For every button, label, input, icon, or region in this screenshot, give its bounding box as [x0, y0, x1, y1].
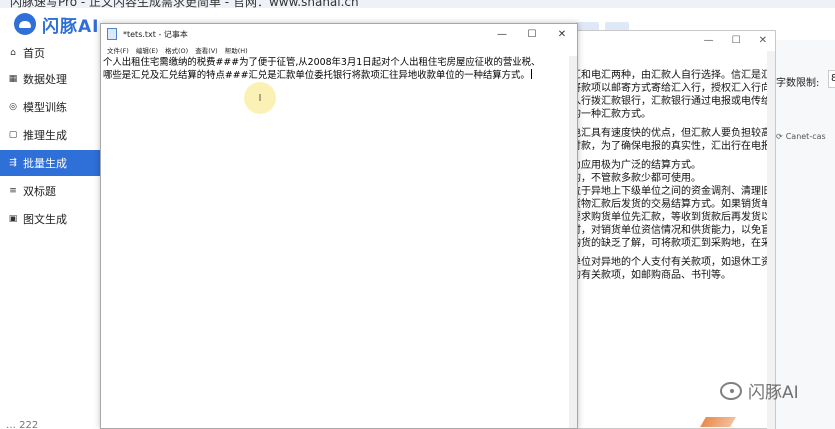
home-icon: ⌂ — [10, 48, 16, 58]
inference-icon: ▢ — [8, 130, 18, 140]
text-line: 单位对异地的个人支付有关款项，如退休工资 — [571, 257, 771, 268]
text-line: 位于异地上下级单位之间的资金调剂、清理旧欠 — [571, 186, 771, 197]
word-limit-label: 字数限制: — [776, 78, 820, 89]
text-line: 付款，为了确保电报的真实性，汇出行在电报上 — [571, 141, 771, 152]
text-line: 汇和电汇两种，由汇款人自行选择。信汇是汇款人 — [571, 70, 771, 81]
sidebar-item-label: 模型训练 — [23, 101, 67, 114]
text-caret — [530, 69, 532, 79]
double-title-icon: ≡ — [9, 186, 17, 196]
watermark-text: 闪豚AI — [748, 383, 799, 403]
notepad-line-with-caret: 哪些是汇兑及汇兑结算的特点###汇兑是汇款单位委托银行将款项汇往异地收款单位的一… — [103, 69, 567, 82]
sidebar-item-home[interactable]: ⌂ 首页 — [0, 40, 100, 66]
sidebar-item-inference[interactable]: ▢ 推理生成 — [0, 122, 100, 148]
dolphin-logo-icon — [14, 13, 36, 35]
background-window-text: 汇和电汇两种，由汇款人自行选择。信汇是汇款人 将款项以邮寄方式寄给汇入行，授权汇… — [571, 69, 771, 282]
settings-panel: 字数限制: 8 ⟳ Canet-cas — [776, 40, 835, 429]
app-title-strip: 闪豚速写Pro - 正文内容生成需求更简单 - 官网：www.shanai.cn — [0, 0, 835, 8]
model-icon: ◎ — [9, 102, 17, 112]
menu-help[interactable]: 帮助(H) — [225, 45, 248, 55]
text-line: 的一种汇款方式。 — [571, 109, 651, 120]
sidebar: ⌂ 首页 ▦ 数据处理 ◎ 模型训练 ▢ 推理生成 ⇶ 批量生成 ≡ 双标题 ▣… — [0, 40, 100, 429]
menu-view[interactable]: 查看(V) — [195, 45, 218, 55]
text-line: 要求购货单位先汇款，等收到货款后再发货以免收 — [571, 212, 771, 223]
notepad-line: 个人出租住宅需缴纳的税费###为了便于征管,从2008年3月1日起对个人出租住宅… — [103, 57, 541, 68]
text-line: 时，对销货单位资信情况和供货能力，以免盲目 — [571, 225, 771, 236]
text-line: 购货的缺乏了解，可将款项汇到采购地，在采购地 — [571, 238, 771, 249]
notepad-icon — [107, 28, 117, 40]
close-icon[interactable]: ✕ — [759, 35, 767, 46]
sidebar-item-label: 数据处理 — [23, 73, 67, 86]
notepad-menubar: 文件(F) 编辑(E) 格式(O) 查看(V) 帮助(H) — [101, 44, 577, 56]
image-text-icon: ▣ — [8, 214, 18, 224]
sidebar-item-label: 批量生成 — [23, 157, 67, 170]
background-window-controls: — ☐ ✕ — [704, 35, 767, 46]
refresh-icon[interactable]: ⟳ — [776, 132, 783, 141]
mouse-cursor-highlight: I — [244, 82, 276, 114]
minimize-button[interactable]: — — [487, 24, 517, 44]
minimize-icon[interactable]: — — [704, 35, 714, 46]
notepad-text-area[interactable]: 个人出租住宅需缴纳的税费###为了便于征管,从2008年3月1日起对个人出租住宅… — [101, 56, 569, 428]
sidebar-item-image-text[interactable]: ▣ 图文生成 — [0, 206, 100, 232]
close-button[interactable]: ✕ — [547, 24, 577, 44]
sidebar-item-label: 首页 — [23, 47, 45, 60]
window-controls: — ☐ ✕ — [487, 24, 577, 44]
text-line: 电汇具有速度快的优点，但汇款人要负担较高的 — [571, 128, 771, 139]
sidebar-item-batch-generation[interactable]: ⇶ 批量生成 — [0, 150, 100, 176]
text-line: 为应用极为广泛的结算方式。 — [571, 160, 701, 171]
batch-icon: ⇶ — [9, 158, 17, 168]
sidebar-item-model-training[interactable]: ◎ 模型训练 — [0, 94, 100, 120]
watermark: 闪豚AI — [720, 378, 799, 403]
brand-logo-icon — [700, 417, 736, 427]
notepad-titlebar[interactable]: *tets.txt - 记事本 — ☐ ✕ — [101, 24, 577, 44]
background-window-titlebar: — ☐ ✕ — [563, 31, 775, 51]
sidebar-item-label: 双标题 — [23, 185, 56, 198]
sidebar-item-data-processing[interactable]: ▦ 数据处理 — [0, 66, 100, 92]
app-title-text: 闪豚速写Pro - 正文内容生成需求更简单 - 官网：www.shanai.cn — [10, 0, 359, 8]
notepad-window: *tets.txt - 记事本 — ☐ ✕ 文件(F) 编辑(E) 格式(O) … — [100, 23, 578, 429]
sidebar-footer: … 222 — [6, 420, 39, 429]
model-selector[interactable]: ⟳ Canet-cas — [776, 132, 826, 141]
menu-format[interactable]: 格式(O) — [165, 45, 188, 55]
notepad-line: 哪些是汇兑及汇兑结算的特点###汇兑是汇款单位委托银行将款项汇往异地收款单位的一… — [103, 70, 530, 81]
maximize-icon[interactable]: ☐ — [732, 35, 741, 46]
background-window-scrollbar[interactable] — [767, 51, 775, 429]
data-icon: ▦ — [8, 74, 18, 84]
menu-file[interactable]: 文件(F) — [107, 45, 129, 55]
sidebar-item-label: 推理生成 — [23, 129, 67, 142]
text-line: 的，不管款多款少都可使用。 — [571, 173, 701, 184]
background-text-window: — ☐ ✕ 汇和电汇两种，由汇款人自行选择。信汇是汇款人 将款项以邮寄方式寄给汇… — [562, 30, 776, 429]
wechat-icon — [720, 381, 742, 400]
notepad-scrollbar[interactable] — [569, 56, 577, 428]
notepad-title: *tets.txt - 记事本 — [123, 29, 188, 39]
text-line: 将款项以邮寄方式寄给汇入行，授权汇入行向收款 — [571, 83, 771, 94]
text-line: 入行拨汇款银行，汇款银行通过电报或电传给目的 — [571, 96, 771, 107]
menu-edit[interactable]: 编辑(E) — [136, 45, 158, 55]
model-name: Canet-cas — [785, 132, 826, 141]
maximize-button[interactable]: ☐ — [517, 24, 547, 44]
text-line: 的有关款项，如邮购商品、书刊等。 — [571, 270, 731, 281]
app-logo-text: 闪豚AI — [42, 16, 100, 37]
sidebar-item-label: 图文生成 — [23, 213, 67, 226]
sidebar-item-double-title[interactable]: ≡ 双标题 — [0, 178, 100, 204]
text-cursor-icon: I — [258, 92, 262, 104]
text-line: 货物汇款后发货的交易结算方式。如果销货单位对 — [571, 199, 771, 210]
app-header: 闪豚AI — [0, 8, 100, 40]
word-limit-input[interactable]: 8 — [828, 70, 835, 88]
